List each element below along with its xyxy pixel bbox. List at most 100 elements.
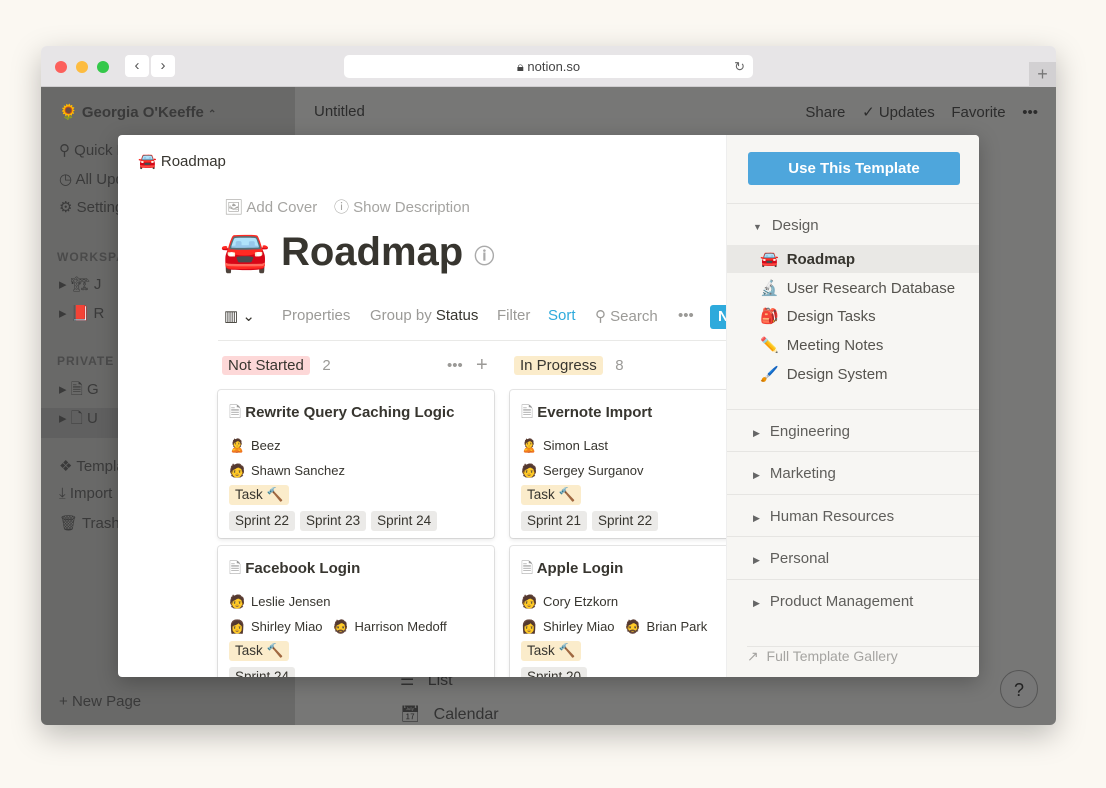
sidebar-trash[interactable]: 🗑︎ Trash (59, 514, 120, 532)
board-view-switcher[interactable]: ▥ ⌄ (224, 307, 255, 325)
address-bar[interactable]: 🔒︎ notion.so ↻ (344, 55, 753, 78)
person-name: Harrison Medoff (354, 619, 447, 634)
status-label[interactable]: In Progress (514, 356, 603, 375)
avatar-icon: 🧑 (521, 594, 538, 609)
new-page-button[interactable]: + New Page (59, 693, 141, 710)
board-card[interactable]: 🗎 Facebook Login 🧑 Leslie Jensen 👩 Shirley M… (218, 546, 494, 677)
template-emoji-icon: 🚘 (760, 251, 779, 268)
title-text: Rewrite Query Caching Logic (245, 404, 455, 421)
triangle-right-icon: ▶ (753, 428, 760, 438)
add-card-icon[interactable]: + (476, 354, 488, 377)
label: Human Resources (769, 507, 895, 525)
status-label[interactable]: Not Started (222, 356, 310, 375)
column-more-icon[interactable]: ••• (447, 357, 463, 374)
sidebar-page[interactable]: ▸ 🗎 G (59, 379, 99, 404)
sprint-tag: Sprint 21 (521, 511, 588, 531)
more-icon[interactable]: ••• (678, 307, 694, 324)
template-emoji-icon: 🔬 (760, 279, 779, 297)
type-tag: Task 🔨 (229, 641, 290, 661)
avatar-icon: 🧑 (521, 463, 538, 478)
avatar-icon: 👩 (229, 619, 246, 634)
info-icon[interactable]: ⓘ (474, 246, 494, 268)
new-tab-button[interactable]: + (1029, 62, 1056, 87)
show-description-button[interactable]: ⓘ Show Description (334, 199, 470, 216)
triangle-right-icon: ▶ (753, 470, 760, 481)
category-item[interactable]: ▶ Marketing (727, 451, 979, 493)
column-count: 8 (615, 357, 624, 374)
category-design[interactable]: ▼ Design (727, 203, 979, 245)
avatar-icon: 👩 (521, 619, 538, 634)
template-panel: Use This Template ▼ Design 🚘 Roadmap 🔬 User … (726, 135, 979, 677)
sort-button[interactable]: Sort (548, 307, 576, 324)
category-item[interactable]: ▶ Human Resources (727, 493, 979, 536)
label: Calendar (433, 706, 499, 723)
label: G (86, 381, 99, 398)
sprint-tag: Sprint 24 (371, 511, 438, 531)
board-icon: ▥ (224, 308, 239, 325)
private-section-label: PRIVATE (57, 354, 115, 368)
reload-icon[interactable]: ↻ (734, 55, 745, 78)
forward-button[interactable]: › (151, 55, 175, 77)
divider (218, 340, 726, 341)
template-item[interactable]: 🎒 Design Tasks (727, 302, 979, 330)
template-item[interactable]: 🖌️ Design System (727, 360, 979, 388)
sprint-tag: Sprint 22 (592, 511, 659, 531)
template-emoji-icon: ✏️ (760, 337, 779, 355)
calendar-view-item[interactable]: 📅︎ Calendar (400, 704, 499, 724)
add-cover-button[interactable]: 🖼︎ Add Cover (224, 199, 317, 216)
full-template-gallery-link[interactable]: ↗ Full Template Gallery (747, 646, 979, 665)
person-name: Cory Etzkorn (543, 594, 619, 609)
person-name: Sergey Surganov (543, 463, 644, 478)
avatar-icon: 🧔 (332, 619, 349, 634)
use-template-button[interactable]: Use This Template (748, 152, 960, 185)
label: Updates (878, 104, 935, 121)
category-item[interactable]: ▶ Engineering (727, 409, 979, 451)
search-button[interactable]: ⚲ Search (595, 307, 658, 325)
label: Import (69, 485, 113, 502)
template-emoji-icon: 🎒 (760, 308, 779, 326)
sidebar-import[interactable]: ⤓ Import (59, 485, 112, 502)
label: Design Tasks (786, 308, 876, 326)
sidebar-page[interactable]: ▸ 📕 R (59, 304, 104, 322)
car-icon: 🚘 (138, 153, 157, 170)
group-value: Status (435, 307, 479, 324)
page-icon: 🗎 (521, 404, 534, 421)
template-item[interactable]: 🔬 User Research Database (727, 274, 979, 302)
workspace-name: Georgia O'Keeffe (81, 104, 204, 121)
label: Add Cover (246, 199, 318, 216)
share-button[interactable]: Share (805, 104, 845, 121)
person-name: Shirley Miao (251, 619, 323, 634)
updates-button[interactable]: ✓ Updates (862, 104, 935, 121)
workspace-switcher[interactable]: 🌻 Georgia O'Keeffe ⌃ (59, 103, 216, 121)
favorite-button[interactable]: Favorite (951, 104, 1005, 121)
help-button[interactable]: ? (1000, 670, 1038, 708)
template-item[interactable]: 🚘 Roadmap (727, 245, 979, 273)
column-header: In Progress 8 (514, 356, 624, 375)
properties-button[interactable]: Properties (282, 307, 350, 324)
title-text: Facebook Login (245, 560, 361, 577)
car-icon: 🚘 (220, 230, 270, 274)
label: Group by (370, 307, 432, 324)
page-icon: 🗎 (521, 560, 534, 577)
label: Roadmap (786, 251, 856, 268)
zoom-window-button[interactable] (97, 61, 109, 73)
template-item[interactable]: ✏️ Meeting Notes (727, 331, 979, 359)
group-by-button[interactable]: Group by Status (370, 307, 478, 324)
sidebar-page[interactable]: ▸ 🏗 J (59, 275, 101, 293)
back-button[interactable]: ‹ (125, 55, 149, 77)
title-text: Apple Login (536, 560, 624, 577)
category-item[interactable]: ▶ Product Management (727, 578, 979, 621)
label: Show Description (353, 199, 470, 216)
page-icon: 🗎 (229, 560, 242, 577)
filter-button[interactable]: Filter (497, 307, 530, 324)
page-title: Untitled (314, 103, 365, 120)
board-card[interactable]: 🗎 Rewrite Query Caching Logic 🙎 Beez 🧑 Shawn… (218, 390, 494, 538)
category-item[interactable]: ▶ Personal (727, 536, 979, 578)
template-emoji-icon: 🖌️ (760, 365, 779, 383)
close-window-button[interactable] (55, 61, 67, 73)
minimize-window-button[interactable] (76, 61, 88, 73)
type-tag: Task 🔨 (229, 485, 290, 505)
template-preview-modal: 🚘 Roadmap 🖼︎ Add Cover ⓘ Show Descriptio… (118, 135, 979, 677)
column-header: Not Started 2 ••• + (222, 354, 488, 376)
more-icon[interactable]: ••• (1022, 104, 1038, 121)
